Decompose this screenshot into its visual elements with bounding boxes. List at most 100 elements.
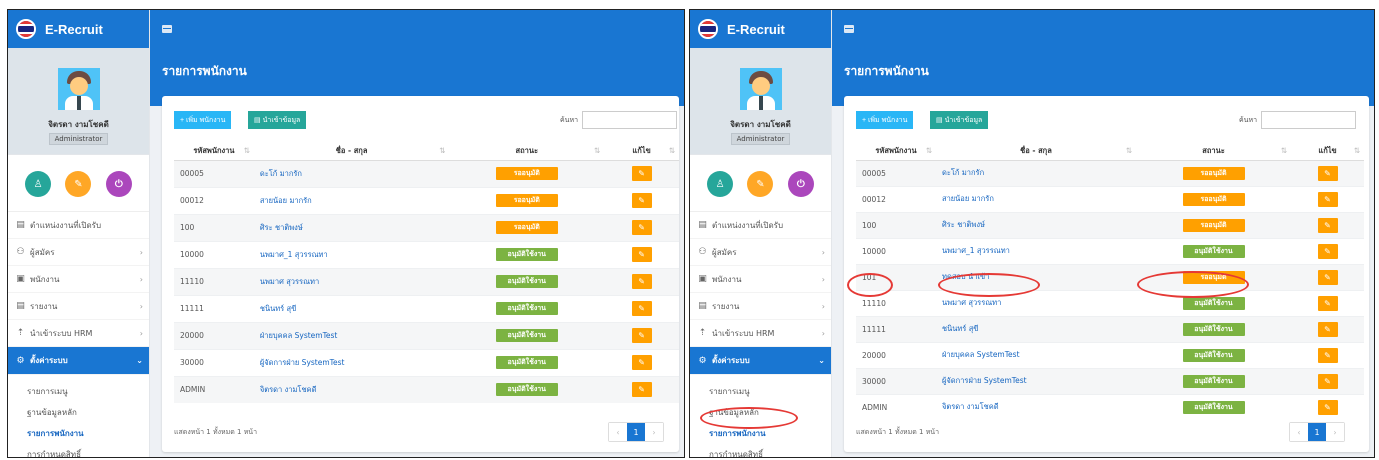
import-data-button[interactable]: ▤ นำเข้าข้อมูล (930, 111, 989, 129)
edit-pencil-icon[interactable]: ✎ (1317, 269, 1338, 285)
submenu-item-0[interactable]: รายการเมนู (690, 381, 831, 402)
add-employee-button[interactable]: + เพิ่ม พนักงาน (856, 111, 914, 129)
edit-pencil-icon[interactable]: ✎ (1317, 165, 1338, 181)
employee-name-link[interactable]: ชนินทร์ สุขี (253, 294, 450, 322)
employee-name-link[interactable]: สายน้อย มากรัก (253, 186, 450, 214)
power-icon[interactable]: ⏻ (105, 171, 132, 197)
sidebar-item-1[interactable]: ⚇ ผู้สมัคร › (690, 239, 831, 266)
employee-name-link[interactable]: ผู้จัดการฝ่าย SystemTest (936, 367, 1136, 394)
employee-name-link[interactable]: จิตรดา งามโชคดี (936, 393, 1136, 420)
sidebar-item-4[interactable]: ⇡ นำเข้าระบบ HRM › (8, 320, 149, 347)
sidebar-item-label: นำเข้าระบบ HRM (30, 328, 93, 338)
employee-name-link[interactable]: ศิระ ชาติพงษ์ (936, 211, 1136, 238)
prev-page-button[interactable]: ‹ (1290, 423, 1308, 441)
next-page-button[interactable]: › (1326, 423, 1344, 441)
edit-pencil-icon[interactable]: ✎ (1317, 373, 1338, 389)
column-header-0[interactable]: รหัสพนักงาน ⇅ (174, 142, 254, 161)
profile-icon[interactable]: ♙ (25, 171, 52, 197)
submenu-item-3[interactable]: การกำหนดสิทธิ์ (690, 444, 831, 457)
column-header-1[interactable]: ชื่อ - สกุล ⇅ (936, 142, 1136, 161)
sidebar-item-settings[interactable]: ⚙ ตั้งค่าระบบ ⌄ (8, 347, 149, 375)
edit-pencil-icon[interactable]: ✎ (631, 382, 652, 398)
edit-profile-icon[interactable]: ✎ (65, 171, 92, 197)
brand-bar[interactable]: E-Recruit (8, 10, 149, 48)
column-header-2[interactable]: สถานะ ⇅ (449, 142, 605, 161)
column-header-0[interactable]: รหัสพนักงาน ⇅ (856, 142, 936, 161)
next-page-button[interactable]: › (645, 423, 663, 441)
sidebar-item-3[interactable]: ▤ รายงาน › (690, 293, 831, 320)
employee-name-link[interactable]: สายน้อย มากรัก (936, 185, 1136, 212)
page-1-button[interactable]: 1 (1308, 423, 1326, 441)
edit-profile-icon[interactable]: ✎ (747, 171, 774, 197)
employee-name-link[interactable]: ดะโก้ มากรัก (936, 159, 1136, 186)
page-1-button[interactable]: 1 (627, 423, 645, 441)
sidebar-item-1[interactable]: ⚇ ผู้สมัคร › (8, 239, 149, 266)
sidebar: E-Recruit จิตรดา งามโชคดี Administrator … (8, 10, 150, 457)
edit-pencil-icon[interactable]: ✎ (1317, 399, 1338, 415)
edit-pencil-icon[interactable]: ✎ (1317, 217, 1338, 233)
search-input[interactable] (582, 111, 677, 129)
status-cell: รออนุมัติ (1136, 185, 1291, 212)
employee-name-link[interactable]: นพมาศ_1 สุวรรณทา (253, 240, 450, 268)
pagination: ‹ 1 › (608, 422, 664, 442)
employee-name-link[interactable]: จิตรดา งามโชคดี (253, 375, 450, 403)
edit-pencil-icon[interactable]: ✎ (631, 193, 652, 208)
status-badge: อนุมัติใช้งาน (1182, 374, 1245, 388)
employee-name-link[interactable]: ศิระ ชาติพงษ์ (253, 213, 450, 241)
employee-name-link[interactable]: นพมาศ_1 สุวรรณทา (936, 237, 1136, 264)
prev-page-button[interactable]: ‹ (609, 423, 627, 441)
submenu-item-1[interactable]: ฐานข้อมูลหลัก (690, 402, 831, 423)
submenu-item-0[interactable]: รายการเมนู (8, 381, 149, 402)
edit-pencil-icon[interactable]: ✎ (1317, 347, 1338, 363)
edit-pencil-icon[interactable]: ✎ (631, 220, 652, 235)
edit-pencil-icon[interactable]: ✎ (1317, 243, 1338, 259)
submenu-item-2[interactable]: รายการพนักงาน (690, 423, 831, 444)
employee-name-link[interactable]: ฝ่ายบุคคล SystemTest (253, 321, 450, 349)
employee-name-link[interactable]: ดะโก้ มากรัก (253, 159, 450, 187)
submenu-item-3[interactable]: การกำหนดสิทธิ์ (8, 444, 149, 457)
profile-icon[interactable]: ♙ (707, 171, 734, 197)
edit-pencil-icon[interactable]: ✎ (631, 328, 652, 343)
edit-pencil-icon[interactable]: ✎ (631, 355, 652, 370)
employee-name-link[interactable]: นพมาศ สุวรรณทา (936, 289, 1136, 316)
sidebar-item-0[interactable]: ▤ ตำแหน่งงานที่เปิดรับ (690, 212, 831, 239)
employee-name-link[interactable]: นพมาศ สุวรรณทา (253, 267, 450, 295)
edit-pencil-icon[interactable]: ✎ (631, 301, 652, 316)
column-header-label: สถานะ (1202, 145, 1225, 155)
column-header-3[interactable]: แก้ไข ⇅ (1291, 142, 1364, 161)
brand-bar[interactable]: E-Recruit (690, 10, 831, 48)
sidebar-item-settings[interactable]: ⚙ ตั้งค่าระบบ ⌄ (690, 347, 831, 375)
edit-cell: ✎ (604, 375, 679, 403)
settings-submenu: รายการเมนู ฐานข้อมูลหลัก รายการพนักงาน การก… (690, 375, 831, 457)
submenu-item-1[interactable]: ฐานข้อมูลหลัก (8, 402, 149, 423)
add-employee-button[interactable]: + เพิ่ม พนักงาน (174, 111, 232, 129)
employee-name-link[interactable]: ทดสอบ นำเข้า (936, 263, 1136, 290)
sidebar-item-4[interactable]: ⇡ นำเข้าระบบ HRM › (690, 320, 831, 347)
edit-pencil-icon[interactable]: ✎ (1317, 191, 1338, 207)
edit-pencil-icon[interactable]: ✎ (631, 247, 652, 262)
employee-name-link[interactable]: ฝ่ายบุคคล SystemTest (936, 341, 1136, 368)
edit-pencil-icon[interactable]: ✎ (1317, 295, 1338, 311)
edit-pencil-icon[interactable]: ✎ (631, 166, 652, 181)
sidebar-item-0[interactable]: ▤ ตำแหน่งงานที่เปิดรับ (8, 212, 149, 239)
edit-pencil-icon[interactable]: ✎ (1317, 321, 1338, 337)
employee-name-link[interactable]: ชนินทร์ สุขี (936, 315, 1136, 342)
edit-cell: ✎ (1291, 393, 1364, 420)
sidebar-item-2[interactable]: ▣ พนักงาน › (8, 266, 149, 293)
column-header-1[interactable]: ชื่อ - สกุล ⇅ (253, 142, 450, 161)
column-header-2[interactable]: สถานะ ⇅ (1136, 142, 1291, 161)
sidebar-item-2[interactable]: ▣ พนักงาน › (690, 266, 831, 293)
user-profile: จิตรดา งามโชคดี Administrator (690, 48, 831, 155)
sidebar-item-3[interactable]: ▤ รายงาน › (8, 293, 149, 320)
power-icon[interactable]: ⏻ (787, 171, 814, 197)
edit-pencil-icon[interactable]: ✎ (631, 274, 652, 289)
submenu-item-2[interactable]: รายการพนักงาน (8, 423, 149, 444)
search-input[interactable] (1261, 111, 1356, 129)
sidebar-item-label: รายงาน (30, 301, 58, 311)
menu-toggle-icon[interactable] (844, 25, 854, 33)
menu-toggle-icon[interactable] (162, 25, 172, 33)
column-header-3[interactable]: แก้ไข ⇅ (604, 142, 679, 161)
import-icon: ▤ (936, 117, 943, 124)
import-data-button[interactable]: ▤ นำเข้าข้อมูล (248, 111, 307, 129)
employee-name-link[interactable]: ผู้จัดการฝ่าย SystemTest (253, 348, 450, 376)
